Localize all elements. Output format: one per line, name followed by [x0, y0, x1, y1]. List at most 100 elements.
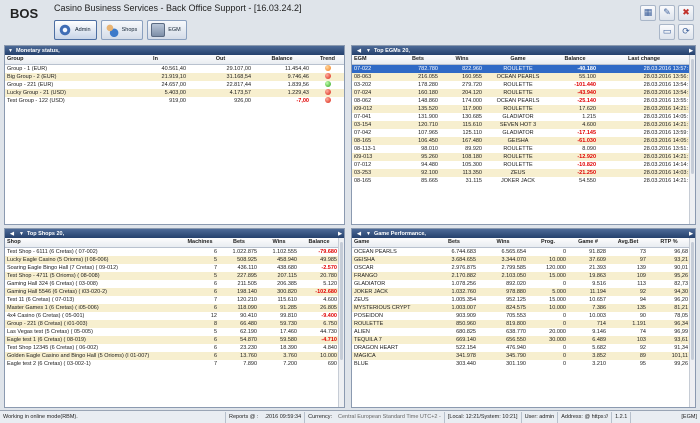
table-row[interactable]: BLUE 303.440 301.190 0 3.210 95 99,26: [352, 360, 690, 368]
table-row[interactable]: 07-012 94.480 105.300 ROULETTE -10.820 28.03.…: [352, 161, 690, 169]
table-row[interactable]: 03-253 92.100 113.350 ZEUS -21.250 28.03.2016…: [352, 168, 690, 177]
close-button[interactable]: ✖: [678, 5, 694, 21]
table-row[interactable]: Golden Eagle Casino and Bingo Hall (5 Or…: [5, 351, 339, 360]
table-row[interactable]: Las Vegas test (5 Cretas) ( 05-005) 5 62.1…: [5, 328, 339, 336]
table-row[interactable]: OCEAN PEARLS 6.744.683 6.565.654 0 91.828 73 9…: [352, 247, 690, 256]
egm-button[interactable]: EGM: [147, 20, 187, 40]
table-row[interactable]: 07-042 107.965 125.110 GLADIATOR -17.145 28.0…: [352, 129, 690, 137]
prev-arrow-icon[interactable]: ◀: [8, 231, 16, 237]
col-header[interactable]: Wins: [440, 55, 484, 65]
collapse-icon[interactable]: ▼: [19, 231, 24, 237]
table-row[interactable]: Lucky Group - 21 (USD) 5.403,00 4.173,57 1.…: [5, 88, 344, 97]
table-row[interactable]: 03-154 120.710 115.610 SEVEN HOT 3 4.600 28.0…: [352, 120, 690, 129]
collapse-icon[interactable]: ▼: [8, 48, 13, 54]
col-header[interactable]: Last change: [598, 55, 690, 65]
table-cell: 2.170.882: [430, 271, 478, 280]
col-header[interactable]: Shop: [5, 238, 181, 248]
table-row[interactable]: Gaming Hall 5546 (6 Cretas) ( i03-020-2)…: [5, 287, 339, 296]
col-header[interactable]: Machines: [181, 238, 219, 248]
vertical-scrollbar[interactable]: [689, 238, 695, 407]
vertical-scrollbar[interactable]: [338, 238, 344, 407]
col-header[interactable]: Game #: [568, 238, 608, 248]
prev-arrow-icon[interactable]: ◀: [355, 48, 363, 54]
col-header[interactable]: Trend: [311, 55, 344, 65]
table-row[interactable]: 07-024 160.180 204.120 ROULETTE -43.940 28.03…: [352, 88, 690, 97]
col-header[interactable]: Bets: [219, 238, 259, 248]
table-row[interactable]: Gaming Hall 324 (6 Cretas) ( 03-008) 6 211…: [5, 280, 339, 288]
table-row[interactable]: Test 11 (6 Cretas) ( 07-013) 7 120.210 115.…: [5, 296, 339, 304]
table-row[interactable]: 08-165 106.450 167.480 GEISHA -61.030 28.03.2…: [352, 136, 690, 145]
table-row[interactable]: ZEUS 1.005.354 952.125 15.000 10.657 94 96,20: [352, 296, 690, 304]
table-row[interactable]: GLADIATOR 1.078.256 892.020 0 9.516 113 82,73: [352, 280, 690, 288]
table-row[interactable]: Master Games 1 (6 Cretas) ( i05-006) 6 118…: [5, 303, 339, 312]
col-header[interactable]: In: [123, 55, 188, 65]
shops-button[interactable]: Shops: [100, 20, 144, 40]
col-header[interactable]: Game: [352, 238, 430, 248]
col-header[interactable]: EGM: [352, 55, 396, 65]
table-row[interactable]: 07-041 131.900 130.685 GLADIATOR 1.215 28.03.…: [352, 113, 690, 121]
table-cell: ROULETTE: [484, 88, 552, 97]
collapse-icon[interactable]: ▼: [366, 48, 371, 54]
table-row[interactable]: 07-022 782.780 822.960 ROULETTE -40.180 28.03…: [352, 64, 690, 73]
table-row[interactable]: 4x4 Casino (6 Cretas) ( 05-001) 12 90.410 9…: [5, 312, 339, 320]
table-row[interactable]: OSCAR 2.976.875 2.799.585 120.000 21.393 139 9…: [352, 264, 690, 272]
col-header[interactable]: RTP %: [648, 238, 690, 248]
table-row[interactable]: MAGICA 341.978 345.790 0 3.852 89 101,11: [352, 351, 690, 360]
table-row[interactable]: Soaring Eagle Bingo Hall (7 Cretas) ( 09…: [5, 264, 339, 272]
table-row[interactable]: Lucky Eagle Casino (5 Orioms) (I 08-006)…: [5, 255, 339, 264]
table-row[interactable]: Eagle test 1 (6 Cretas) ( 08-019) 6 54.870…: [5, 335, 339, 344]
table-row[interactable]: Group - 221 (EUR) 24.657,00 22.817,44 1.839…: [5, 81, 344, 89]
table-row[interactable]: Test Shop 12345 (6 Cretas) ( 06-002) 6 23.…: [5, 344, 339, 352]
admin-button[interactable]: Admin: [54, 20, 97, 40]
scrollbar-thumb[interactable]: [691, 242, 694, 360]
table-row[interactable]: Test Group - 122 (USD) 919,00 926,00 -7,00: [5, 97, 344, 105]
col-header[interactable]: Wins: [259, 238, 299, 248]
table-row[interactable]: ROULETTE 850.960 819.800 0 714 1.191 96,34: [352, 319, 690, 328]
table-row[interactable]: POSEIDON 903.909 705.553 0 10.003 90 78,05: [352, 312, 690, 320]
monitor-button[interactable]: ▭: [659, 24, 675, 40]
table-row[interactable]: Group - 1 (EUR) 40.561,40 29.107,00 11.454,…: [5, 64, 344, 73]
table-row[interactable]: MYSTERIOUS CRYPT 1.003.007 824.575 10.000 7.…: [352, 303, 690, 312]
col-header[interactable]: Prog.: [528, 238, 568, 248]
table-row[interactable]: ALIEN 680.825 638.770 20.000 9.146 74 96,99: [352, 328, 690, 336]
table-row[interactable]: Eagle test 2 (6 Cretas) ( 03-002-1) 7 7.89…: [5, 360, 339, 368]
calculator-button[interactable]: ▦: [640, 5, 656, 21]
table-row[interactable]: 03-202 178.280 279.720 ROULETTE -101.440 28.0…: [352, 81, 690, 89]
col-header[interactable]: Out: [188, 55, 253, 65]
table-row[interactable]: 08-165 85.665 31.115 JOKER JACK 54.550 28.03.…: [352, 177, 690, 185]
table-row[interactable]: 08-063 216.055 160.955 OCEAN PEARLS 55.100 28…: [352, 72, 690, 81]
col-header[interactable]: Wins: [478, 238, 528, 248]
scrollbar-thumb[interactable]: [691, 59, 694, 174]
table-row[interactable]: TEQUILA 7 669.140 656.550 30.000 6.489 103 93,…: [352, 335, 690, 344]
next-arrow-icon[interactable]: ▶: [687, 231, 695, 237]
col-header[interactable]: Group: [5, 55, 123, 65]
next-arrow-icon[interactable]: ▶: [687, 48, 695, 54]
refresh-button[interactable]: ⟳: [678, 24, 694, 40]
table-row[interactable]: 08-113-1 98.010 89.920 ROULETTE 8.090 28.03.2…: [352, 145, 690, 153]
collapse-icon[interactable]: ▼: [366, 231, 371, 237]
table-row[interactable]: Group - 221 (8 Cretas) ( i01-003) 8 66.480…: [5, 319, 339, 328]
col-header[interactable]: Game: [484, 55, 552, 65]
table-row[interactable]: JOKER JACK 1.032.760 978.880 5.000 11.194 92 9…: [352, 287, 690, 296]
table-row[interactable]: FRANGO 2.170.882 2.103.050 15.000 19.863 109 9…: [352, 271, 690, 280]
col-header[interactable]: Avg.Bet: [608, 238, 648, 248]
table-row[interactable]: DRAGON HEART 522.154 476.940 0 5.682 92 91,34: [352, 344, 690, 352]
table-row[interactable]: i09-012 135.520 117.900 ROULETTE 17.620 28.03…: [352, 104, 690, 113]
next-arrow-icon[interactable]: ▶: [336, 231, 344, 237]
col-header[interactable]: Bets: [396, 55, 440, 65]
scrollbar-thumb[interactable]: [340, 242, 343, 360]
col-header[interactable]: Balance: [552, 55, 598, 65]
prev-arrow-icon[interactable]: ◀: [355, 231, 363, 237]
col-header[interactable]: Bets: [430, 238, 478, 248]
table-row[interactable]: Big Group - 2 (EUR) 21.919,10 31.168,54 9.7…: [5, 72, 344, 81]
table-row[interactable]: Test Shop - 4711 (5 Orioms) ( 08-008) 5 22…: [5, 271, 339, 280]
tools-button[interactable]: ✎: [659, 5, 675, 21]
table-row[interactable]: 08-062 148.860 174.000 OCEAN PEARLS -25.140 2…: [352, 97, 690, 105]
table-cell: 227.895: [219, 271, 259, 280]
col-header[interactable]: Balance: [253, 55, 311, 65]
table-row[interactable]: GEISHA 3.684.655 3.344.070 10.000 37.609 97 93…: [352, 255, 690, 264]
table-row[interactable]: i09-013 95.260 108.180 ROULETTE -12.920 28.03…: [352, 152, 690, 161]
col-header[interactable]: Balance: [299, 238, 339, 248]
table-row[interactable]: Test Shop - 6111 (6 Cretas) ( 07-002) 6 1.…: [5, 247, 339, 256]
vertical-scrollbar[interactable]: [689, 55, 695, 224]
